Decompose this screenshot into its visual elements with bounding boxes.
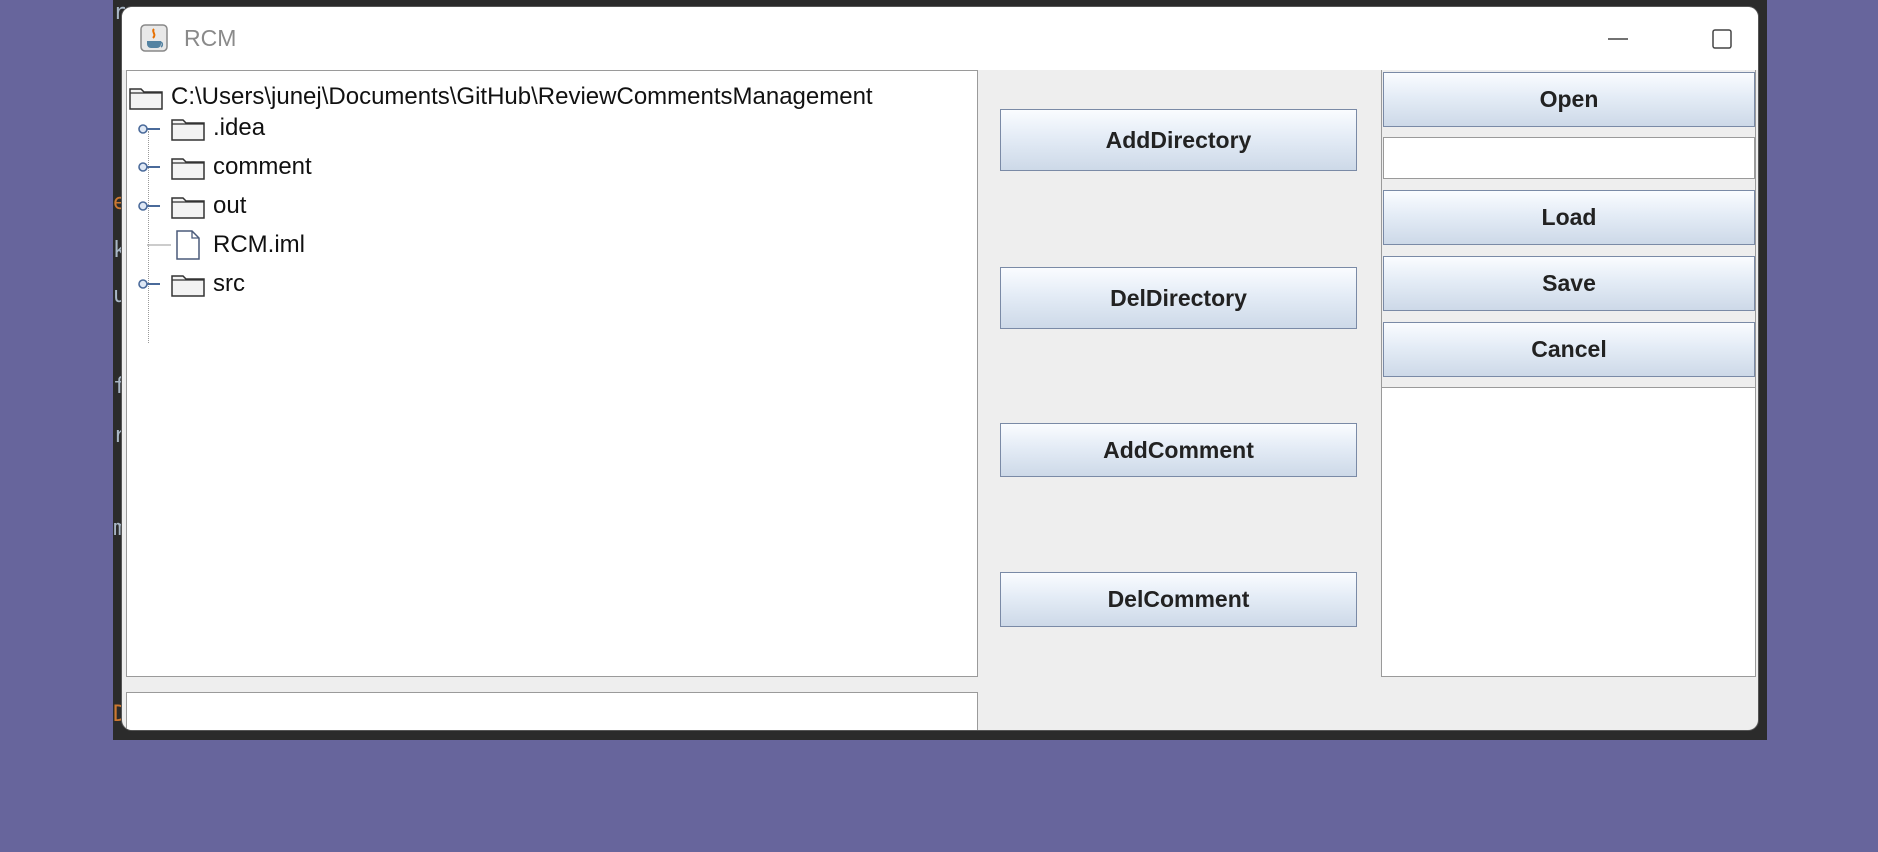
minimize-icon	[1608, 38, 1628, 40]
tree-item-label: out	[213, 192, 247, 219]
bottom-text-field[interactable]	[126, 692, 978, 730]
window-title: RCM	[184, 25, 237, 51]
tree-root-label: C:\Users\junej\Documents\GitHub\ReviewCo…	[171, 83, 873, 110]
tree-item[interactable]: comment	[171, 150, 312, 184]
open-button[interactable]: Open	[1383, 72, 1755, 127]
tree-item[interactable]: src	[171, 267, 245, 301]
tree-item[interactable]: .idea	[171, 111, 265, 145]
tree-item-label: comment	[213, 153, 312, 180]
tree-connector	[147, 244, 171, 246]
folder-icon	[171, 158, 205, 180]
tree-item-label: RCM.iml	[213, 231, 305, 258]
expand-handle-icon[interactable]	[137, 122, 161, 136]
folder-icon	[171, 197, 205, 219]
save-button[interactable]: Save	[1383, 256, 1755, 311]
expand-handle-icon[interactable]	[137, 160, 161, 174]
maximize-icon	[1712, 29, 1732, 49]
folder-icon	[171, 119, 205, 141]
load-button[interactable]: Load	[1383, 190, 1755, 245]
right-text-field[interactable]	[1383, 137, 1755, 179]
java-app-icon	[140, 24, 168, 52]
title-bar[interactable]: RCM	[122, 7, 1758, 70]
file-icon	[176, 230, 200, 260]
file-tree[interactable]: C:\Users\junej\Documents\GitHub\ReviewCo…	[126, 70, 978, 677]
cancel-button[interactable]: Cancel	[1383, 322, 1755, 377]
rcm-window: RCM C:\Users\junej\Documents\GitHub\Revi…	[122, 7, 1758, 730]
del-comment-button[interactable]: DelComment	[1000, 572, 1357, 627]
tree-item-label: src	[213, 270, 245, 297]
tree-item-label: .idea	[213, 114, 266, 141]
minimize-button[interactable]	[1586, 17, 1650, 61]
tree-item[interactable]: out	[171, 189, 246, 223]
tree-root[interactable]: C:\Users\junej\Documents\GitHub\ReviewCo…	[129, 80, 873, 114]
folder-icon	[129, 88, 163, 110]
comment-list-area[interactable]	[1381, 387, 1756, 677]
del-directory-button[interactable]: DelDirectory	[1000, 267, 1357, 329]
expand-handle-icon[interactable]	[137, 199, 161, 213]
expand-handle-icon[interactable]	[137, 277, 161, 291]
add-comment-button[interactable]: AddComment	[1000, 423, 1357, 477]
maximize-button[interactable]	[1690, 17, 1754, 61]
tree-item[interactable]: RCM.iml	[171, 228, 305, 262]
folder-icon	[171, 275, 205, 297]
add-directory-button[interactable]: AddDirectory	[1000, 109, 1357, 171]
